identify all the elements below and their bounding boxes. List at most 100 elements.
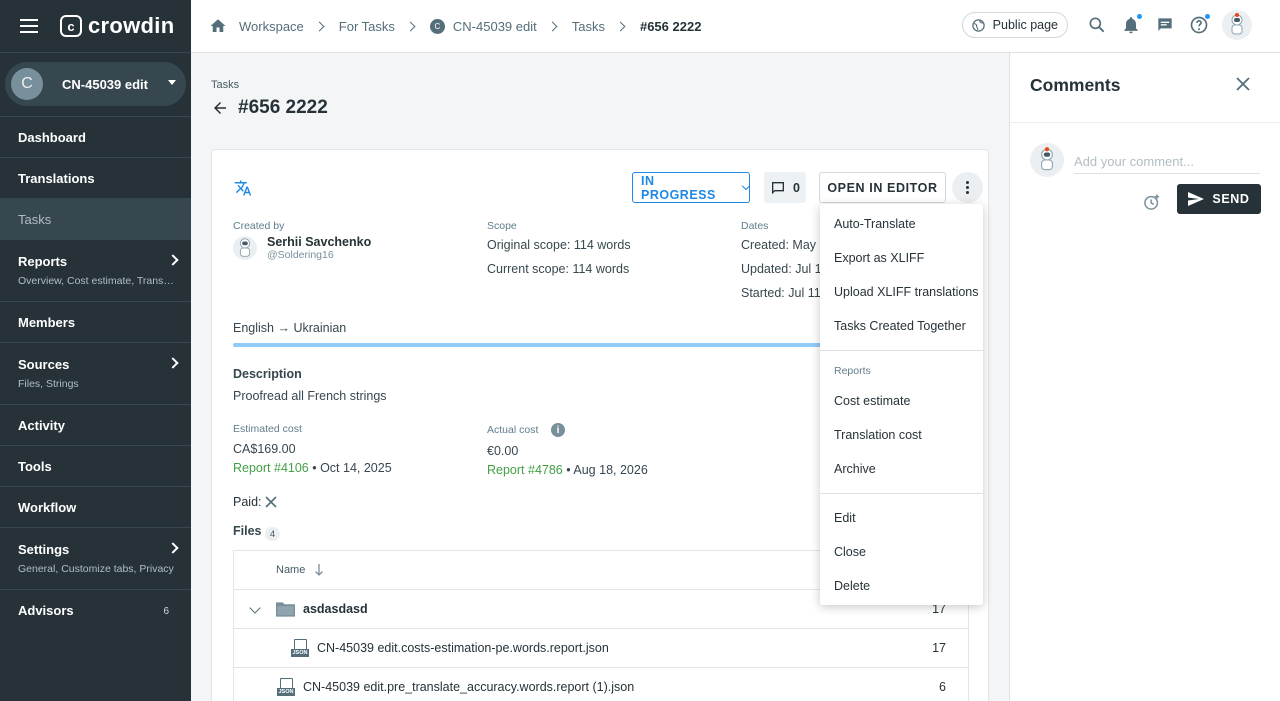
estimated-report-date: • Oct 14, 2025	[308, 461, 392, 475]
sidebar-item-advisors[interactable]: Advisors 6	[0, 589, 191, 630]
history-add-icon[interactable]	[1142, 192, 1162, 212]
actual-report: Report #4786 • Aug 18, 2026	[487, 463, 648, 477]
sidebar-item-tasks[interactable]: Tasks	[0, 198, 191, 239]
dates-label: Dates	[741, 220, 769, 232]
menu-item-close[interactable]: Close	[834, 545, 866, 559]
crowdin-logo[interactable]: c crowdin	[60, 13, 174, 39]
info-icon[interactable]: i	[551, 423, 565, 437]
creator-avatar	[233, 236, 257, 260]
sidebar-item-sublabel: Files, Strings	[18, 378, 79, 390]
creator-handle: @Soldering16	[267, 249, 334, 261]
translate-icon	[234, 180, 252, 196]
notifications-button[interactable]	[1121, 13, 1143, 35]
json-file-icon: JSON	[277, 678, 295, 698]
comment-input[interactable]	[1074, 150, 1260, 174]
menu-item-export-xliff[interactable]: Export as XLIFF	[834, 251, 924, 265]
menu-item-upload-xliff[interactable]: Upload XLIFF translations	[834, 285, 979, 299]
sidebar-item-label: Sources	[18, 357, 70, 372]
close-icon[interactable]	[1236, 77, 1250, 91]
globe-icon	[971, 18, 985, 32]
menu-item-cost-estimate[interactable]: Cost estimate	[834, 394, 910, 408]
language-pair: English → Ukrainian	[233, 321, 347, 335]
chevron-right-icon	[405, 21, 416, 31]
menu-item-translation-cost[interactable]: Translation cost	[834, 428, 922, 442]
help-button[interactable]	[1189, 13, 1211, 35]
files-count-badge: 4	[265, 527, 280, 541]
comments-toggle-button[interactable]: 0	[764, 172, 806, 203]
breadcrumb-tasks[interactable]: Tasks	[572, 19, 605, 34]
comment-icon	[772, 181, 784, 194]
sidebar-item-label: Activity	[18, 417, 65, 433]
help-dot	[1204, 13, 1211, 20]
sidebar-item-dashboard[interactable]: Dashboard	[0, 116, 191, 157]
menu-item-archive[interactable]: Archive	[834, 462, 876, 476]
sidebar-item-workflow[interactable]: Workflow	[0, 486, 191, 527]
crowdin-logo-icon: c	[60, 15, 82, 37]
astronaut-avatar-icon	[1041, 147, 1053, 171]
send-button[interactable]: SEND	[1177, 184, 1261, 214]
project-switcher[interactable]: C CN-45039 edit	[5, 62, 186, 106]
table-row[interactable]: JSON CN-45039 edit.costs-estimation-pe.w…	[234, 629, 968, 668]
chevron-down-icon[interactable]	[249, 602, 261, 614]
chevron-right-icon	[314, 21, 325, 31]
sidebar-item-tools[interactable]: Tools	[0, 445, 191, 486]
current-scope: Current scope: 114 words	[487, 262, 630, 276]
breadcrumb-current: #656 2222	[639, 18, 702, 34]
sidebar-item-label: Dashboard	[18, 129, 86, 145]
file-name: CN-45039 edit.costs-estimation-pe.words.…	[317, 641, 609, 655]
home-icon[interactable]	[209, 17, 227, 35]
sidebar-item-members[interactable]: Members	[0, 301, 191, 342]
public-page-label: Public page	[992, 18, 1058, 32]
menu-item-edit[interactable]: Edit	[834, 511, 856, 525]
send-icon	[1188, 192, 1205, 206]
top-header: Workspace For Tasks C CN-45039 edit Task…	[191, 0, 1280, 53]
actual-cost-label: Actual cost	[487, 424, 539, 436]
user-avatar[interactable]	[1222, 10, 1252, 40]
sidebar-item-sources[interactable]: Sources Files, Strings	[0, 342, 191, 404]
status-dropdown[interactable]: IN PROGRESS	[632, 172, 751, 203]
estimated-report-link[interactable]: Report #4106	[233, 461, 309, 475]
menu-item-delete[interactable]: Delete	[834, 579, 870, 593]
sidebar-item-translations[interactable]: Translations	[0, 157, 191, 198]
created-date: Created: May 1	[741, 238, 827, 252]
public-page-button[interactable]: Public page	[961, 12, 1068, 38]
page-crumb[interactable]: Tasks	[211, 79, 239, 91]
scope-label: Scope	[487, 220, 517, 232]
creator-name[interactable]: Serhii Savchenko	[267, 235, 371, 249]
paid-label: Paid:	[233, 495, 262, 509]
sidebar-item-reports[interactable]: Reports Overview, Cost estimate, Transla…	[0, 239, 191, 301]
more-options-button[interactable]	[952, 172, 983, 203]
project-name: CN-45039 edit	[62, 76, 148, 92]
description-label: Description	[233, 367, 302, 381]
breadcrumb-for-tasks[interactable]: For Tasks	[339, 19, 395, 34]
comments-panel: Comments SEND	[1009, 53, 1280, 701]
menu-section-reports: Reports	[834, 365, 871, 377]
sidebar-item-label: Reports	[18, 254, 68, 269]
sidebar-item-label: Tools	[18, 458, 52, 474]
header-actions: Public page	[961, 10, 1252, 40]
sidebar-item-label: Tasks	[18, 211, 52, 227]
table-row[interactable]: JSON CN-45039 edit.pre_translate_accurac…	[234, 668, 968, 701]
sort-arrow-down-icon[interactable]	[314, 563, 324, 577]
comment-author-avatar	[1030, 143, 1064, 177]
send-label: SEND	[1212, 192, 1250, 206]
menu-item-auto-translate[interactable]: Auto-Translate	[834, 217, 916, 231]
file-name: CN-45039 edit.pre_translate_accuracy.wor…	[303, 680, 635, 694]
open-in-editor-button[interactable]: OPEN IN EDITOR	[819, 172, 946, 203]
original-scope: Original scope: 114 words	[487, 238, 631, 252]
file-word-count: 6	[939, 680, 946, 694]
back-arrow-icon[interactable]	[211, 99, 229, 117]
close-icon	[265, 496, 277, 508]
actual-report-link[interactable]: Report #4786	[487, 463, 563, 477]
sidebar-item-settings[interactable]: Settings General, Customize tabs, Privac…	[0, 527, 191, 589]
chat-icon[interactable]	[1155, 15, 1175, 35]
breadcrumb-workspace[interactable]: Workspace	[239, 19, 304, 34]
search-icon[interactable]	[1087, 15, 1107, 35]
breadcrumb-project[interactable]: CN-45039 edit	[453, 19, 537, 34]
sidebar-item-activity[interactable]: Activity	[0, 404, 191, 445]
sidebar-item-label: Workflow	[18, 499, 77, 515]
name-column-header[interactable]: Name	[276, 564, 305, 576]
hamburger-menu-icon[interactable]	[20, 19, 38, 33]
menu-item-tasks-created-together[interactable]: Tasks Created Together	[834, 319, 966, 333]
task-title: #656 2222	[238, 97, 328, 118]
